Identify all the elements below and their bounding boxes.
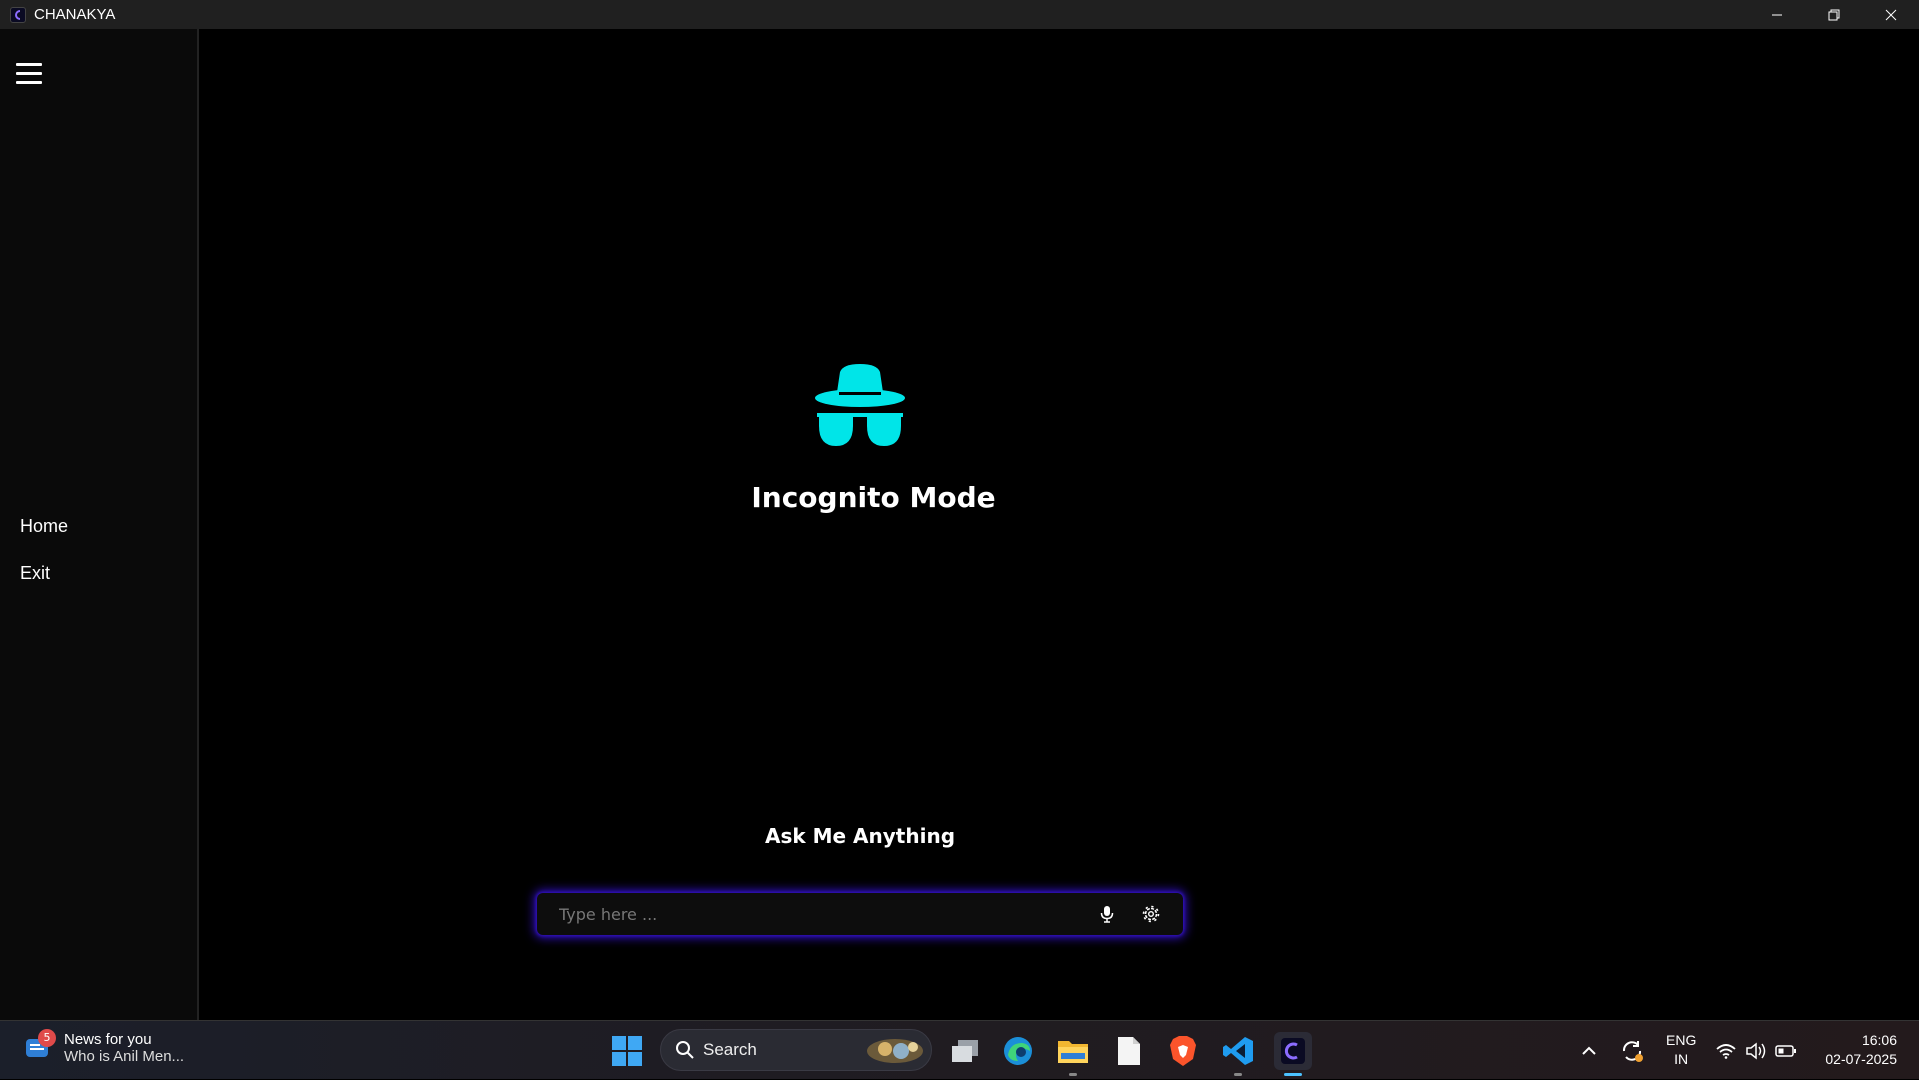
microphone-icon — [1100, 906, 1114, 923]
battery-status[interactable] — [1775, 1021, 1797, 1080]
news-subtitle: Who is Anil Men... — [64, 1048, 185, 1065]
mode-title: Incognito Mode — [751, 481, 996, 514]
window-controls — [1748, 0, 1919, 29]
clock[interactable]: 16:06 02-07-2025 — [1825, 1031, 1897, 1069]
sidebar: Home Exit — [0, 29, 199, 1020]
app-logo-icon — [10, 6, 26, 23]
clock-time: 16:06 — [1861, 1032, 1897, 1048]
sync-status[interactable] — [1620, 1021, 1644, 1080]
title-bar: CHANAKYA — [0, 0, 1919, 29]
chevron-up-icon — [1582, 1046, 1596, 1055]
volume-status[interactable] — [1745, 1021, 1767, 1080]
wifi-icon — [1716, 1043, 1736, 1059]
gear-icon — [1142, 905, 1160, 923]
ask-title: Ask Me Anything — [764, 824, 956, 848]
taskbar-edge[interactable] — [999, 1032, 1037, 1070]
windows-logo-icon — [612, 1036, 642, 1066]
minimize-button[interactable] — [1748, 0, 1805, 29]
news-title: News for you — [64, 1031, 152, 1048]
search-highlight-icon — [867, 1039, 923, 1063]
language-region: IN — [1674, 1051, 1689, 1067]
document-icon — [1118, 1037, 1140, 1065]
taskbar-brave[interactable] — [1164, 1032, 1202, 1070]
news-widget[interactable]: 5 News for you Who is Anil Men... — [24, 1029, 185, 1065]
taskbar-search[interactable]: Search — [660, 1029, 932, 1071]
settings-button[interactable] — [1139, 902, 1163, 926]
folder-icon — [1058, 1041, 1088, 1063]
task-view-icon — [952, 1040, 978, 1062]
edge-icon — [1004, 1037, 1032, 1065]
sidebar-item-exit[interactable]: Exit — [20, 563, 50, 584]
chanakya-app-icon — [1281, 1038, 1305, 1064]
sync-icon — [1622, 1040, 1643, 1062]
taskbar-task-view[interactable] — [946, 1032, 984, 1070]
news-badge: 5 — [38, 1029, 56, 1047]
taskbar-notepad[interactable] — [1110, 1032, 1148, 1070]
start-button[interactable] — [612, 1036, 642, 1066]
show-hidden-icons[interactable] — [1581, 1021, 1597, 1080]
battery-icon — [1775, 1044, 1796, 1057]
taskbar-file-explorer[interactable] — [1054, 1032, 1092, 1076]
sidebar-item-home[interactable]: Home — [20, 516, 68, 537]
taskbar-vscode[interactable] — [1219, 1032, 1257, 1076]
search-icon — [676, 1041, 694, 1059]
main-content: Incognito Mode Ask Me Anything — [201, 29, 1919, 1020]
minimize-icon — [1771, 14, 1782, 15]
news-icon: 5 — [24, 1029, 56, 1063]
restore-icon — [1828, 9, 1839, 20]
restore-button[interactable] — [1805, 0, 1862, 29]
clock-date: 02-07-2025 — [1825, 1051, 1897, 1067]
language-indicator[interactable]: ENG IN — [1666, 1031, 1696, 1069]
vscode-icon — [1223, 1037, 1253, 1065]
close-button[interactable] — [1862, 0, 1919, 29]
chat-input-container — [537, 893, 1183, 935]
taskbar: 5 News for you Who is Anil Men... Search — [0, 1020, 1919, 1079]
language-code: ENG — [1666, 1032, 1697, 1048]
taskbar-chanakya[interactable] — [1274, 1032, 1312, 1076]
window-title: CHANAKYA — [34, 6, 116, 23]
hamburger-menu-icon[interactable] — [16, 63, 42, 87]
microphone-button[interactable] — [1095, 902, 1119, 926]
search-label: Search — [703, 1040, 757, 1059]
close-icon — [1885, 9, 1896, 20]
chat-input[interactable] — [537, 903, 1095, 925]
speaker-icon — [1746, 1041, 1766, 1060]
brave-icon — [1170, 1036, 1196, 1066]
network-status[interactable] — [1716, 1021, 1736, 1080]
incognito-icon — [815, 364, 905, 446]
